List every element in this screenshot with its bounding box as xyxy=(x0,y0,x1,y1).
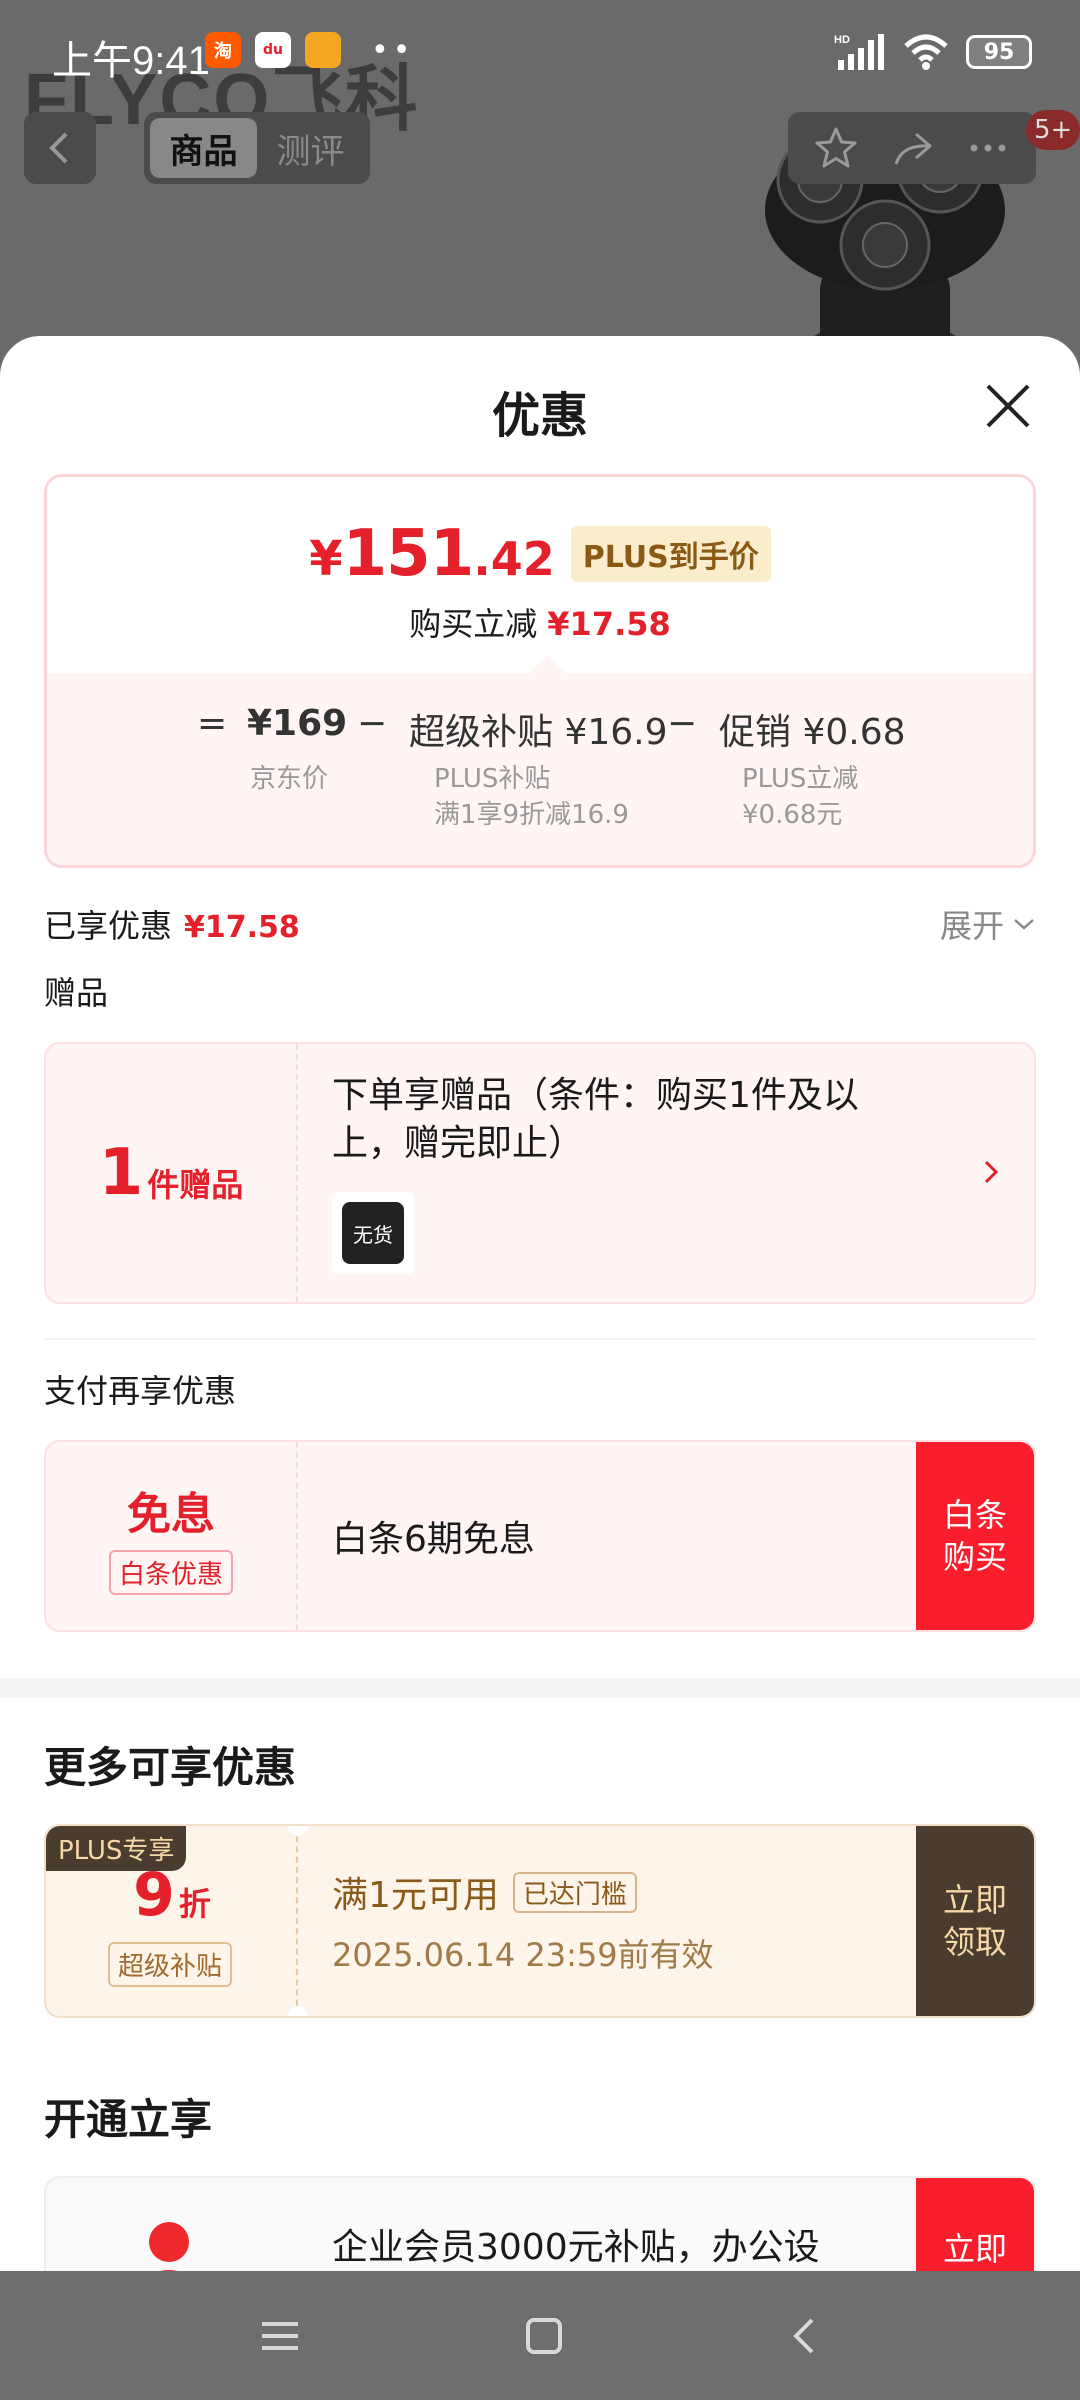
wifi-icon xyxy=(904,34,948,70)
price-integer: 151 xyxy=(342,517,475,591)
price-formula-section: = ¥169 − 超级补贴 ¥16.9 − 促销 ¥0.68 京东价 PLUS补… xyxy=(47,673,1033,865)
back-button[interactable] xyxy=(24,112,96,184)
enjoyed-discount: 已享优惠 ¥17.58 xyxy=(44,901,300,947)
menu-icon[interactable] xyxy=(258,2316,302,2356)
star-icon[interactable] xyxy=(812,124,860,172)
currency-symbol: ¥ xyxy=(309,531,343,587)
gift-count-unit: 件赠品 xyxy=(147,1166,244,1204)
baitiao-buy-button[interactable]: 白条购买 xyxy=(916,1442,1034,1630)
notification-badge: 5+ xyxy=(1026,110,1080,150)
subsidy-note-title: PLUS补贴 xyxy=(434,764,551,794)
coupon-discount: 9折 xyxy=(46,1860,298,1930)
discount-bottom-sheet: 优惠 ¥ 151 .42 PLUS到手价 购买立减 ¥17.58 = ¥169 −… xyxy=(0,336,1080,2271)
formula-equals: = xyxy=(197,703,228,744)
gift-description: 下单享赠品（条件：购买1件及以上，赠完即止） xyxy=(332,1075,859,1164)
svg-text:HD: HD xyxy=(834,34,850,46)
chevron-left-icon xyxy=(49,132,68,164)
home-icon[interactable] xyxy=(522,2314,566,2358)
status-notification-icons: 淘 du •• xyxy=(205,32,414,68)
base-price-note: 京东价 xyxy=(250,764,329,794)
note-icon xyxy=(305,32,341,68)
final-price: ¥ 151 .42 PLUS到手价 xyxy=(47,517,1033,591)
map-icon: du xyxy=(255,32,291,68)
installment-description: 白条6期免息 xyxy=(332,1519,535,1560)
more-notifications-icon: •• xyxy=(371,32,415,68)
formula-promo: 促销 ¥0.68 xyxy=(719,712,906,753)
promo-note-title: PLUS立减 xyxy=(742,764,859,794)
chevron-right-icon xyxy=(984,1160,999,1184)
sheet-title: 优惠 xyxy=(491,388,588,444)
formula-minus-1: − xyxy=(357,703,388,744)
product-tabs: 商品 测评 xyxy=(144,112,370,184)
gift-thumbnail: 无货 xyxy=(332,1192,414,1274)
share-icon[interactable] xyxy=(888,124,936,172)
more-discounts-title: 更多可享优惠 xyxy=(44,1743,297,1792)
close-icon[interactable] xyxy=(980,378,1036,434)
expand-label: 展开 xyxy=(939,907,1004,945)
formula-minus-2: − xyxy=(667,703,698,744)
status-right-icons: HD 95 xyxy=(834,32,1032,72)
price-breakdown-card: ¥ 151 .42 PLUS到手价 购买立减 ¥17.58 = ¥169 − 超级… xyxy=(44,474,1036,868)
status-time: 上午9:41 xyxy=(52,39,210,83)
enterprise-member-text: 企业会员3000元补贴，办公设 xyxy=(332,2227,820,2268)
enjoyed-value: ¥17.58 xyxy=(184,910,300,945)
plus-price-tag: PLUS到手价 xyxy=(570,526,771,582)
battery-indicator: 95 xyxy=(966,35,1032,69)
payment-section-label: 支付再享优惠 xyxy=(44,1372,237,1410)
gift-count: 1 件赠品 xyxy=(46,1044,298,1302)
signal-icon: HD xyxy=(834,34,884,70)
gift-card[interactable]: 1 件赠品 下单享赠品（条件：购买1件及以上，赠完即止） 无货 xyxy=(44,1042,1036,1304)
coupon-condition-text: 满1元可用 xyxy=(332,1875,499,1916)
claim-coupon-button[interactable]: 立即领取 xyxy=(916,1826,1034,2016)
coupon-card: PLUS专享 9折 超级补贴 满1元可用 已达门槛 2025.06.14 23:… xyxy=(44,1824,1036,2018)
baitiao-card: 免息 白条优惠 白条6期免息 白条购买 xyxy=(44,1440,1036,1632)
formula-subsidy: 超级补贴 ¥16.9 xyxy=(409,712,668,753)
breakdown-pointer xyxy=(529,655,565,673)
coupon-condition: 满1元可用 已达门槛 xyxy=(332,1866,637,1918)
user-icon xyxy=(149,2222,189,2271)
discount-number: 9 xyxy=(133,1860,175,1930)
divider xyxy=(44,1338,1036,1340)
gift-section-label: 赠品 xyxy=(44,974,109,1012)
final-price-section: ¥ 151 .42 PLUS到手价 购买立减 ¥17.58 xyxy=(47,477,1033,673)
subsidy-note-detail: 满1享9折减16.9 xyxy=(434,800,629,830)
super-subsidy-tag: 超级补贴 xyxy=(108,1942,233,1987)
baitiao-discount-tag: 白条优惠 xyxy=(108,1549,233,1595)
system-navigation-bar xyxy=(0,2271,1080,2400)
taobao-icon: 淘 xyxy=(205,32,241,68)
open-membership-title: 开通立享 xyxy=(44,2095,213,2144)
instant-discount-label: 购买立减 xyxy=(409,605,538,643)
coupon-expiry: 2025.06.14 23:59前有效 xyxy=(332,1936,714,1974)
tab-review[interactable]: 测评 xyxy=(257,118,364,178)
status-bar: 上午9:41 淘 du •• HD 95 xyxy=(0,0,1080,100)
header-actions xyxy=(788,112,1036,184)
ticket-notch-bottom xyxy=(288,2006,308,2016)
chevron-down-icon xyxy=(1014,919,1034,930)
formula-base-price: ¥169 xyxy=(247,703,348,744)
price-decimal: .42 xyxy=(473,532,555,586)
expand-button[interactable]: 展开 xyxy=(940,901,1036,947)
promo-note-detail: ¥0.68元 xyxy=(742,800,843,830)
more-icon[interactable] xyxy=(964,124,1012,172)
discount-unit: 折 xyxy=(178,1885,211,1923)
enjoyed-label: 已享优惠 xyxy=(44,907,173,945)
instant-discount-value: ¥17.58 xyxy=(547,605,671,643)
interest-free-badge: 免息 白条优惠 xyxy=(46,1442,298,1630)
coupon-value: PLUS专享 9折 超级补贴 xyxy=(46,1826,298,2016)
open-now-button[interactable]: 立即 xyxy=(916,2178,1034,2271)
section-separator xyxy=(0,1678,1080,1698)
instant-discount: 购买立减 ¥17.58 xyxy=(47,599,1033,645)
back-icon[interactable] xyxy=(786,2314,822,2358)
interest-free-title: 免息 xyxy=(127,1488,215,1540)
enterprise-member-card: 企业会员3000元补贴，办公设 立即 xyxy=(44,2176,1036,2271)
tab-product[interactable]: 商品 xyxy=(150,118,257,178)
gift-count-number: 1 xyxy=(98,1136,144,1210)
out-of-stock-label: 无货 xyxy=(342,1202,404,1264)
threshold-reached-tag: 已达门槛 xyxy=(512,1871,637,1913)
